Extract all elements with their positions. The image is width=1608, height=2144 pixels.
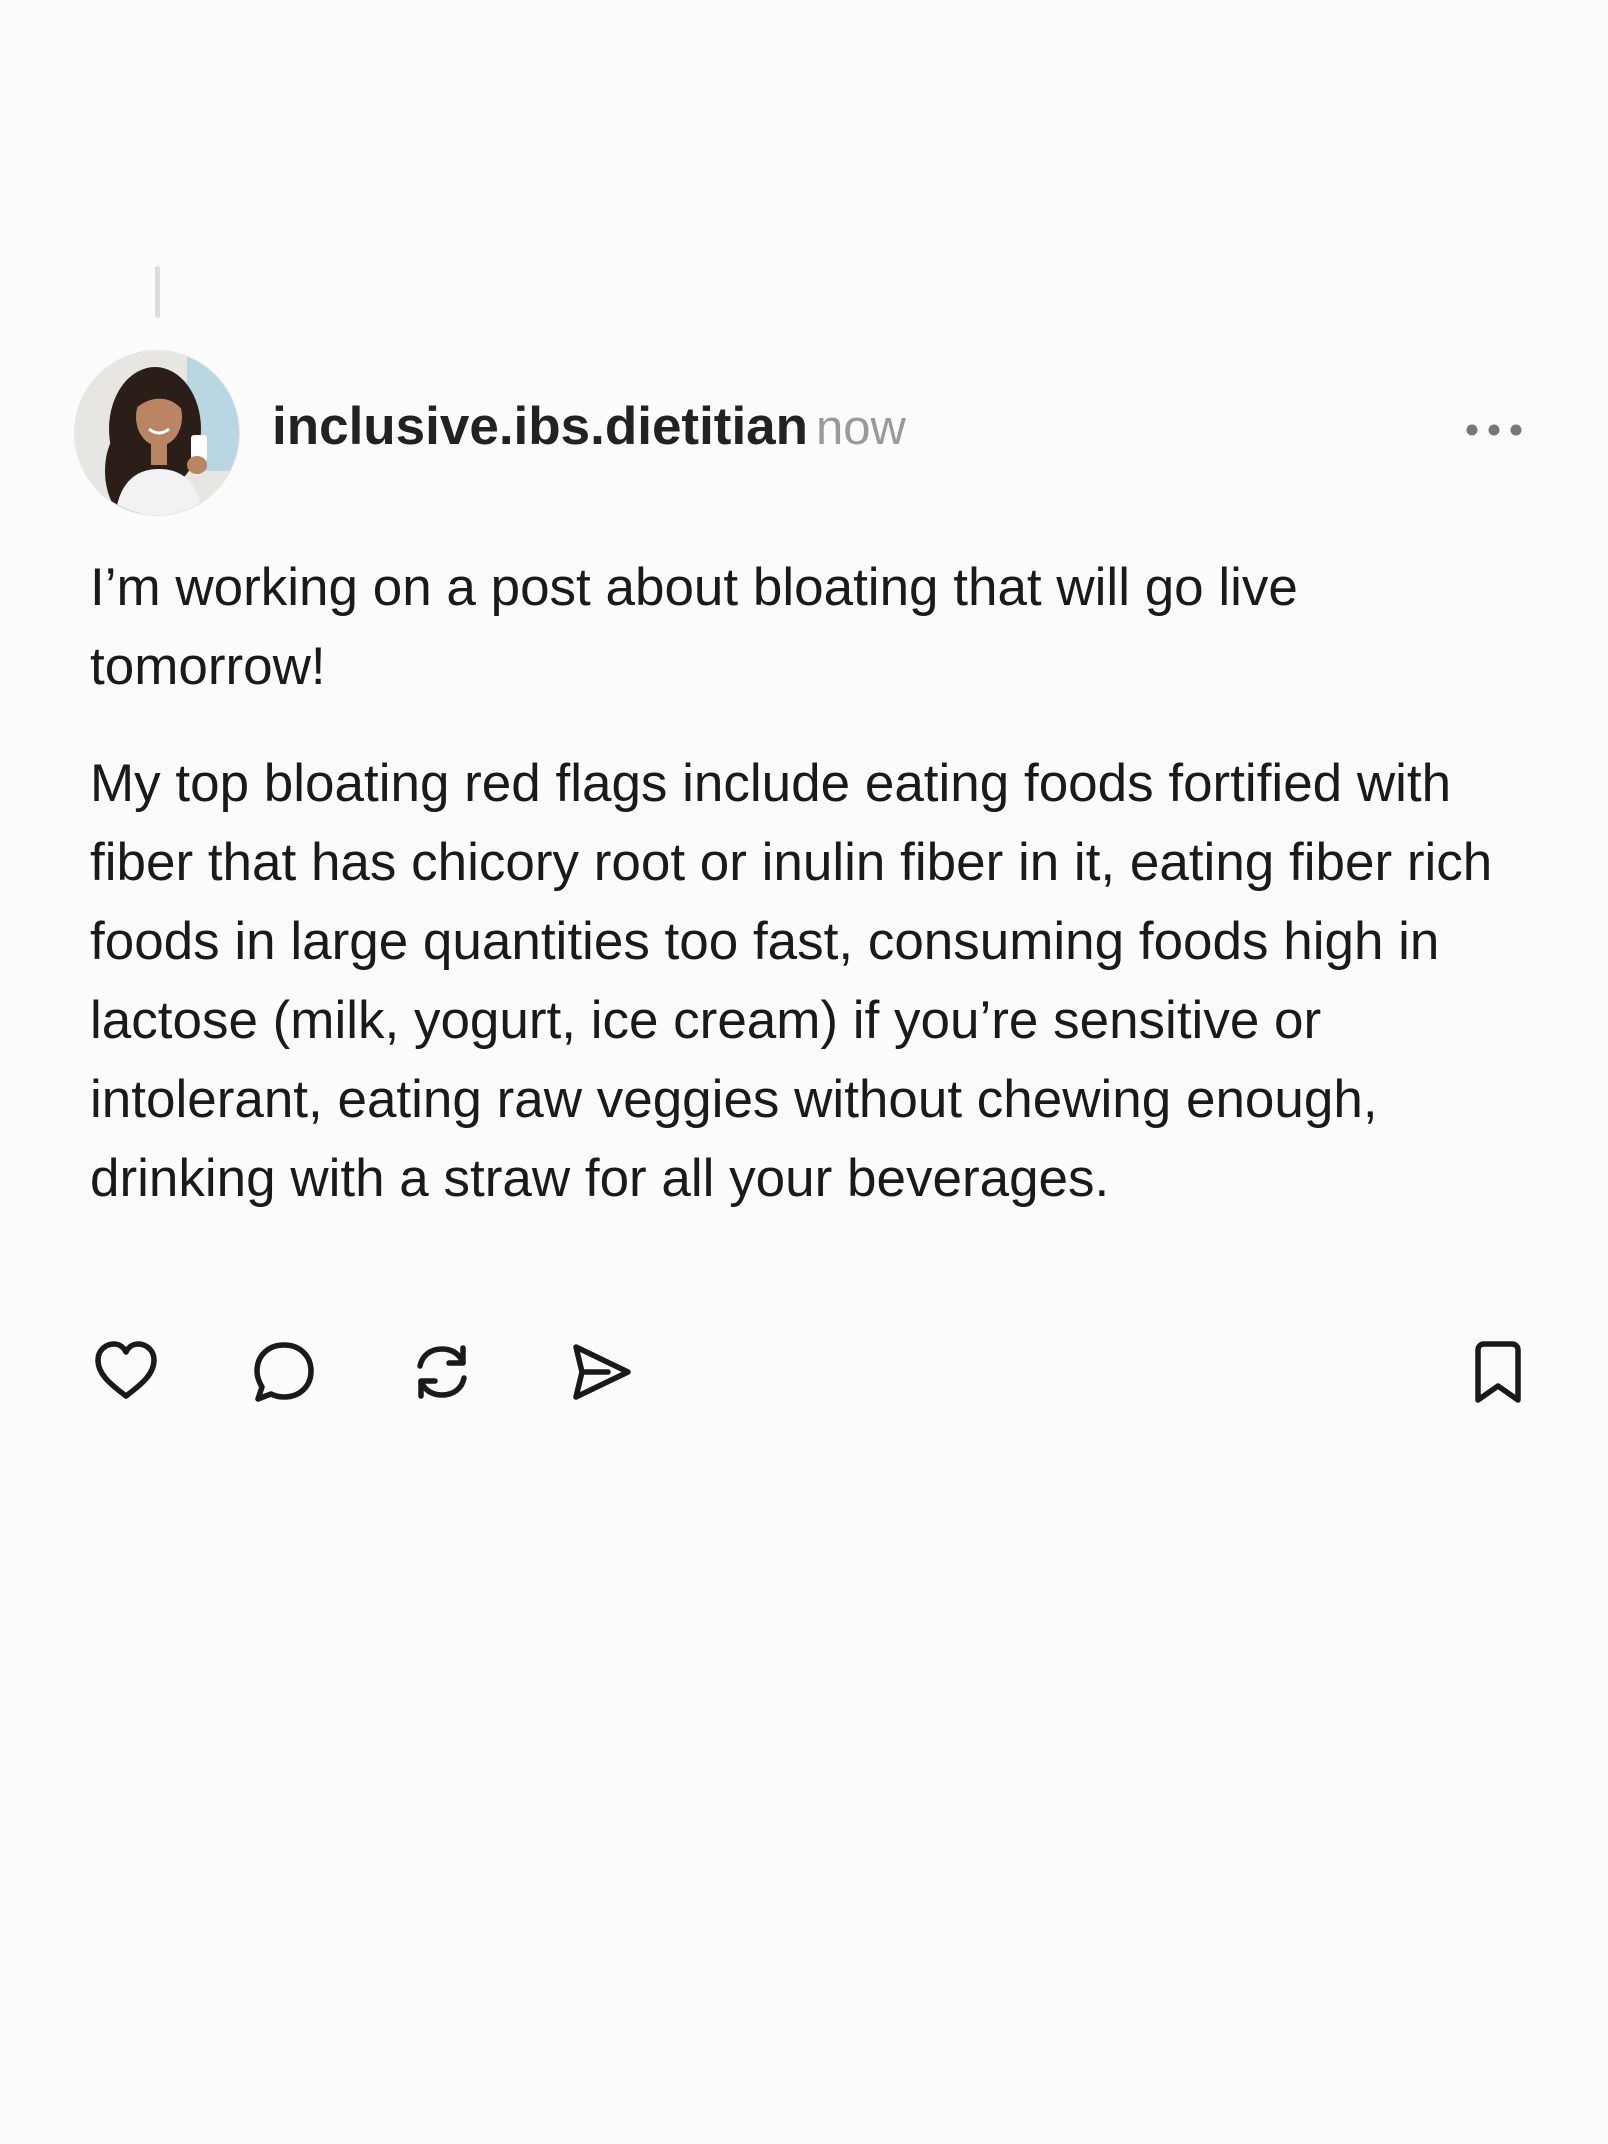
post-header: inclusive.ibs.dietitian now — [74, 350, 1534, 516]
comment-button[interactable] — [248, 1336, 320, 1408]
send-icon — [573, 1344, 631, 1400]
more-options-button[interactable] — [1454, 410, 1534, 450]
repost-button[interactable] — [406, 1336, 478, 1408]
timestamp: now — [816, 401, 906, 455]
post-meta: inclusive.ibs.dietitian now — [272, 396, 906, 457]
bookmark-icon — [1475, 1341, 1521, 1403]
repost-icon — [417, 1345, 467, 1399]
avatar-image — [75, 351, 239, 515]
post-actions — [90, 1336, 1534, 1416]
post-body: I’m working on a post about bloating tha… — [90, 548, 1530, 1218]
comment-bubble-icon — [254, 1342, 314, 1402]
post-paragraph: I’m working on a post about bloating tha… — [90, 558, 1298, 696]
thread-connector-line — [155, 266, 160, 318]
more-horizontal-icon — [1466, 424, 1522, 436]
heart-icon — [95, 1341, 157, 1399]
bookmark-button[interactable] — [1462, 1336, 1534, 1408]
username[interactable]: inclusive.ibs.dietitian — [272, 397, 808, 456]
post-paragraph: My top bloating red flags include eating… — [90, 754, 1493, 1208]
post: inclusive.ibs.dietitian now I’m working o… — [74, 350, 1534, 1403]
like-button[interactable] — [90, 1336, 162, 1408]
share-button[interactable] — [564, 1336, 636, 1408]
avatar[interactable] — [74, 350, 240, 516]
